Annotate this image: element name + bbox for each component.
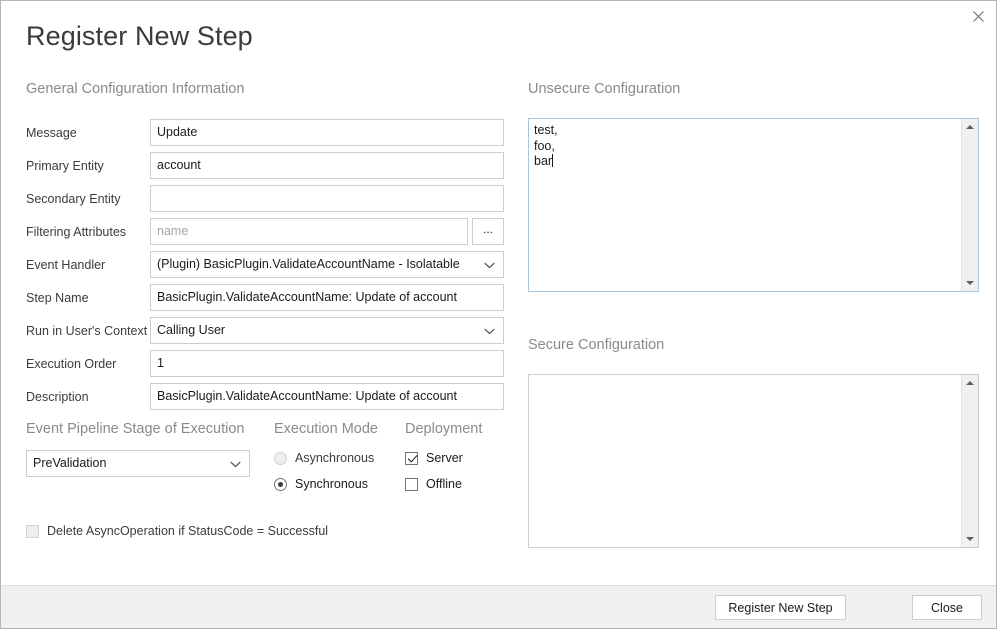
text-caret [552, 154, 553, 167]
field-row-step-name: Step Name BasicPlugin.ValidateAccountNam… [26, 284, 504, 311]
dialog-footer: Register New Step Close [1, 585, 996, 628]
register-new-step-dialog: Register New Step General Configuration … [0, 0, 997, 629]
general-section-heading: General Configuration Information [26, 81, 244, 97]
checkbox-offline-label: Offline [426, 477, 462, 491]
radio-asynchronous-label: Asynchronous [295, 451, 374, 465]
user-context-select[interactable]: Calling User [150, 317, 504, 344]
checkmark-icon [405, 452, 418, 465]
checkbox-icon [26, 525, 39, 538]
field-row-execution-order: Execution Order 1 [26, 350, 504, 377]
filtering-attributes-input[interactable]: name [150, 218, 468, 245]
radio-asynchronous[interactable]: Asynchronous [274, 451, 374, 465]
secondary-entity-input[interactable] [150, 185, 504, 212]
close-button[interactable]: Close [912, 595, 982, 620]
event-handler-value: (Plugin) BasicPlugin.ValidateAccountName… [157, 257, 460, 271]
checkbox-delete-async-operation-label: Delete AsyncOperation if StatusCode = Su… [47, 524, 328, 538]
pipeline-stage-value: PreValidation [33, 456, 106, 470]
event-handler-label: Event Handler [26, 258, 105, 272]
step-name-label: Step Name [26, 291, 89, 305]
field-row-message: Message Update [26, 119, 504, 146]
chevron-down-icon [230, 451, 241, 477]
field-row-primary-entity: Primary Entity account [26, 152, 504, 179]
scroll-up-icon[interactable] [962, 375, 978, 391]
execution-mode-heading: Execution Mode [274, 421, 378, 437]
user-context-label: Run in User's Context [26, 324, 147, 338]
user-context-value: Calling User [157, 323, 225, 337]
secure-config-heading: Secure Configuration [528, 337, 664, 353]
secure-configuration-textarea[interactable] [528, 374, 979, 548]
primary-entity-label: Primary Entity [26, 159, 104, 173]
unsecure-configuration-scrollbar[interactable] [961, 119, 978, 291]
description-input[interactable]: BasicPlugin.ValidateAccountName: Update … [150, 383, 504, 410]
radio-icon [274, 452, 287, 465]
unsecure-configuration-text: test, foo, bar [534, 123, 558, 168]
scroll-down-icon[interactable] [962, 531, 978, 547]
unsecure-config-heading: Unsecure Configuration [528, 81, 680, 97]
close-icon[interactable] [964, 3, 992, 29]
filtering-attributes-browse-button[interactable]: ... [472, 218, 504, 245]
checkbox-server-label: Server [426, 451, 463, 465]
field-row-user-context: Run in User's Context Calling User [26, 317, 504, 344]
unsecure-configuration-textarea[interactable]: test, foo, bar [528, 118, 979, 292]
register-new-step-button[interactable]: Register New Step [715, 595, 846, 620]
pipeline-stage-heading: Event Pipeline Stage of Execution [26, 421, 244, 437]
step-name-input[interactable]: BasicPlugin.ValidateAccountName: Update … [150, 284, 504, 311]
execution-order-input[interactable]: 1 [150, 350, 504, 377]
page-title: Register New Step [26, 21, 253, 52]
checkbox-icon [405, 478, 418, 491]
secondary-entity-label: Secondary Entity [26, 192, 121, 206]
primary-entity-input[interactable]: account [150, 152, 504, 179]
secure-configuration-value [529, 375, 960, 547]
chevron-down-icon [484, 318, 495, 344]
field-row-secondary-entity: Secondary Entity [26, 185, 504, 212]
field-row-filtering-attributes: Filtering Attributes name ... [26, 218, 504, 245]
secure-configuration-scrollbar[interactable] [961, 375, 978, 547]
radio-synchronous[interactable]: Synchronous [274, 477, 368, 491]
scroll-down-icon[interactable] [962, 275, 978, 291]
pipeline-stage-select[interactable]: PreValidation [26, 450, 250, 477]
message-input[interactable]: Update [150, 119, 504, 146]
field-row-description: Description BasicPlugin.ValidateAccountN… [26, 383, 504, 410]
chevron-down-icon [484, 252, 495, 278]
checkbox-server[interactable]: Server [405, 451, 463, 465]
radio-selected-icon [274, 478, 287, 491]
checkbox-delete-async-operation[interactable]: Delete AsyncOperation if StatusCode = Su… [26, 524, 328, 538]
message-label: Message [26, 126, 77, 140]
event-handler-select[interactable]: (Plugin) BasicPlugin.ValidateAccountName… [150, 251, 504, 278]
filtering-attributes-label: Filtering Attributes [26, 225, 126, 239]
radio-synchronous-label: Synchronous [295, 477, 368, 491]
scroll-up-icon[interactable] [962, 119, 978, 135]
general-configuration-form: Message Update Primary Entity account Se… [26, 119, 504, 416]
field-row-event-handler: Event Handler (Plugin) BasicPlugin.Valid… [26, 251, 504, 278]
deployment-heading: Deployment [405, 421, 482, 437]
execution-order-label: Execution Order [26, 357, 116, 371]
unsecure-configuration-value: test, foo, bar [529, 119, 960, 291]
description-label: Description [26, 390, 89, 404]
checkbox-offline[interactable]: Offline [405, 477, 462, 491]
